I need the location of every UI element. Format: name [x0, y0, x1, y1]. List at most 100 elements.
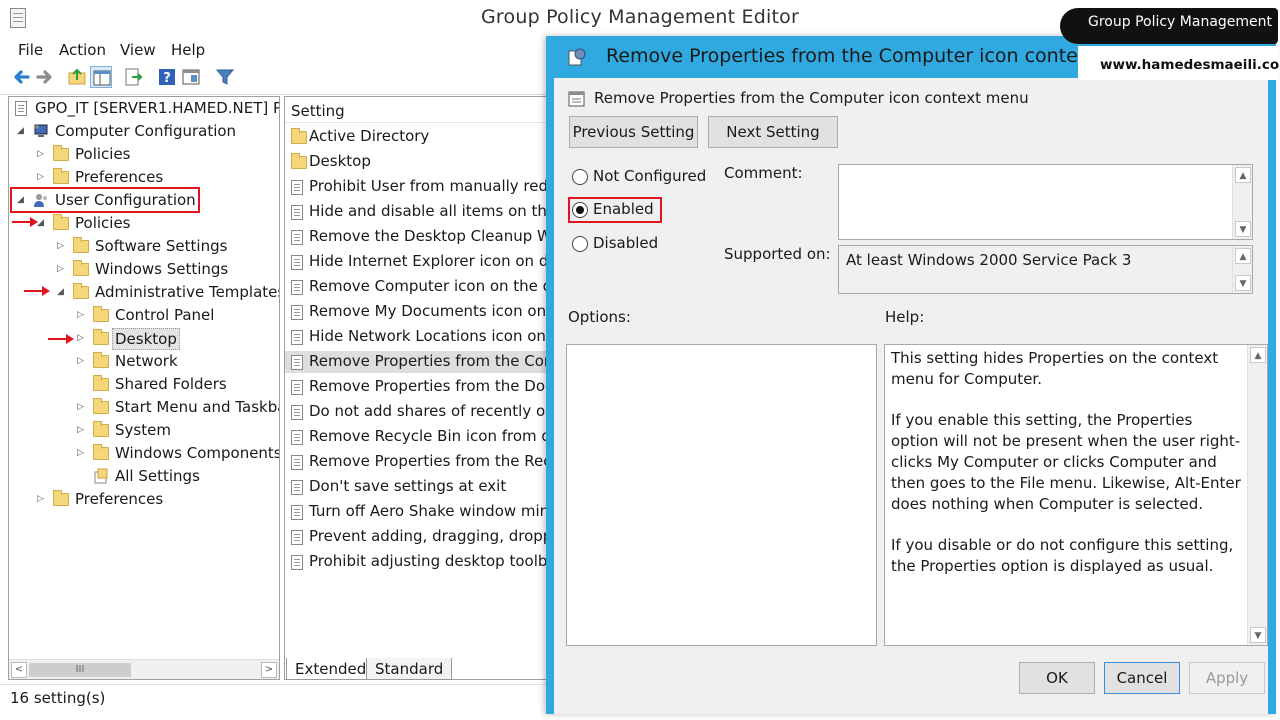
list-item[interactable]: Remove Properties from the Docun: [285, 376, 549, 398]
tree-pane[interactable]: GPO_IT [SERVER1.HAMED.NET] Pol ◢ Compute…: [8, 96, 280, 680]
tab-standard[interactable]: Standard: [366, 658, 453, 680]
policy-setting-icon: [291, 304, 305, 320]
back-arrow-icon[interactable]: [10, 66, 32, 88]
cancel-button[interactable]: Cancel: [1104, 662, 1180, 694]
folder-icon: [53, 145, 69, 162]
tab-extended[interactable]: Extended: [286, 658, 376, 680]
properties-pane-icon[interactable]: [180, 66, 202, 88]
expand-arrow-icon[interactable]: ▷: [77, 356, 87, 366]
policy-setting-icon: [291, 554, 305, 570]
expand-arrow-icon[interactable]: ▷: [37, 172, 47, 182]
scroll-down-icon[interactable]: ▼: [1235, 221, 1251, 237]
list-item[interactable]: Remove My Documents icon on the: [285, 301, 549, 323]
supported-scrollbar[interactable]: ▲ ▼: [1232, 246, 1252, 293]
expand-arrow-icon[interactable]: ▷: [77, 402, 87, 412]
folder-icon: [73, 283, 89, 300]
all-settings-icon: [93, 468, 109, 484]
computer-config-icon: [33, 123, 49, 139]
help-icon[interactable]: ?: [156, 66, 178, 88]
expand-arrow-icon[interactable]: ▷: [77, 333, 87, 343]
menu-help[interactable]: Help: [171, 41, 205, 59]
scroll-right-icon[interactable]: >: [261, 662, 277, 678]
export-list-icon[interactable]: [122, 66, 144, 88]
up-folder-icon[interactable]: [66, 66, 88, 88]
previous-setting-button[interactable]: Previous Setting: [569, 116, 698, 148]
list-item[interactable]: Hide Network Locations icon on de: [285, 326, 549, 348]
setting-name: Remove Properties from the Computer icon…: [594, 89, 1029, 107]
status-text: 16 setting(s): [10, 689, 106, 707]
forward-arrow-icon[interactable]: [34, 66, 56, 88]
list-item[interactable]: Active Directory: [285, 126, 549, 148]
list-item-selected[interactable]: Remove Properties from the Comp: [285, 351, 549, 373]
next-setting-button[interactable]: Next Setting: [708, 116, 838, 148]
expand-arrow-icon[interactable]: ▷: [57, 264, 67, 274]
expand-arrow-icon[interactable]: ▷: [37, 494, 47, 504]
radio-not-configured[interactable]: Not Configured: [572, 166, 712, 188]
policy-setting-icon: [291, 454, 305, 470]
expand-arrow-icon[interactable]: ▷: [77, 448, 87, 458]
list-item[interactable]: Turn off Aero Shake window minim: [285, 501, 549, 523]
help-panel: This setting hides Properties on the con…: [884, 344, 1268, 646]
svg-text:?: ?: [163, 71, 171, 86]
policy-setting-icon: [291, 254, 305, 270]
scroll-up-icon[interactable]: ▲: [1250, 347, 1266, 363]
list-item[interactable]: Desktop: [285, 151, 549, 173]
list-item[interactable]: Remove Computer icon on the desk: [285, 276, 549, 298]
scroll-down-icon[interactable]: ▼: [1235, 275, 1251, 291]
comment-scrollbar[interactable]: ▲ ▼: [1232, 165, 1252, 239]
tree-horizontal-scrollbar[interactable]: < III >: [9, 659, 279, 679]
supported-on-label: Supported on:: [724, 245, 831, 263]
folder-icon: [73, 237, 89, 254]
list-item[interactable]: Don't save settings at exit: [285, 476, 549, 498]
list-item[interactable]: Remove Recycle Bin icon from desk: [285, 426, 549, 448]
toolbar-divider: [0, 94, 548, 95]
scroll-left-icon[interactable]: <: [11, 662, 27, 678]
apply-button[interactable]: Apply: [1189, 662, 1265, 694]
options-label: Options:: [568, 308, 631, 326]
list-item[interactable]: Prohibit User from manually redire: [285, 176, 549, 198]
ok-button[interactable]: OK: [1019, 662, 1095, 694]
list-item[interactable]: Do not add shares of recently oper: [285, 401, 549, 423]
policy-setting-icon: [291, 429, 305, 445]
annotation-highlight-user-config: [10, 187, 200, 213]
menu-action[interactable]: Action: [59, 41, 106, 59]
radio-circle[interactable]: [572, 236, 588, 252]
help-scrollbar[interactable]: ▲ ▼: [1247, 345, 1267, 645]
watermark-banner: Group Policy Management www.hamedesmaeil…: [1060, 2, 1280, 82]
policy-setting-icon: [291, 279, 305, 295]
expand-arrow-icon[interactable]: ▷: [77, 425, 87, 435]
column-header-setting[interactable]: Setting: [285, 97, 549, 123]
menu-view[interactable]: View: [120, 41, 156, 59]
annotation-arrow-admin-templates: [24, 286, 50, 296]
folder-icon: [93, 352, 109, 369]
scroll-up-icon[interactable]: ▲: [1235, 248, 1251, 264]
list-item[interactable]: Hide and disable all items on the c: [285, 201, 549, 223]
show-hide-tree-icon[interactable]: [90, 66, 112, 88]
expand-arrow-icon[interactable]: ▷: [77, 310, 87, 320]
collapse-arrow-icon[interactable]: ◢: [17, 126, 27, 136]
radio-circle[interactable]: [572, 169, 588, 185]
folder-icon: [93, 421, 109, 438]
scroll-up-icon[interactable]: ▲: [1235, 167, 1251, 183]
collapse-arrow-icon[interactable]: ◢: [57, 287, 67, 297]
list-item[interactable]: Remove the Desktop Cleanup Wiza: [285, 226, 549, 248]
list-item[interactable]: Prohibit adjusting desktop toolbars: [285, 551, 549, 573]
list-item[interactable]: Hide Internet Explorer icon on desk: [285, 251, 549, 273]
radio-disabled[interactable]: Disabled: [572, 233, 672, 255]
collapse-arrow-icon[interactable]: ◢: [37, 218, 47, 228]
menu-file[interactable]: File: [18, 41, 43, 59]
policy-setting-icon: [291, 404, 305, 420]
scroll-down-icon[interactable]: ▼: [1250, 627, 1266, 643]
expand-arrow-icon[interactable]: ▷: [37, 149, 47, 159]
scroll-thumb[interactable]: III: [29, 663, 131, 677]
settings-list-pane[interactable]: Setting Active Directory Desktop Prohibi…: [284, 96, 550, 680]
folder-icon: [93, 329, 109, 346]
expand-arrow-icon[interactable]: ▷: [57, 241, 67, 251]
menu-bar: File Action View Help: [0, 38, 560, 62]
comment-textarea[interactable]: ▲ ▼: [838, 164, 1253, 240]
policy-setting-icon: [291, 504, 305, 520]
list-item[interactable]: Remove Properties from the Recyc: [285, 451, 549, 473]
folder-icon: [291, 153, 307, 170]
list-item[interactable]: Prevent adding, dragging, droppin: [285, 526, 549, 548]
filter-icon[interactable]: [214, 66, 236, 88]
